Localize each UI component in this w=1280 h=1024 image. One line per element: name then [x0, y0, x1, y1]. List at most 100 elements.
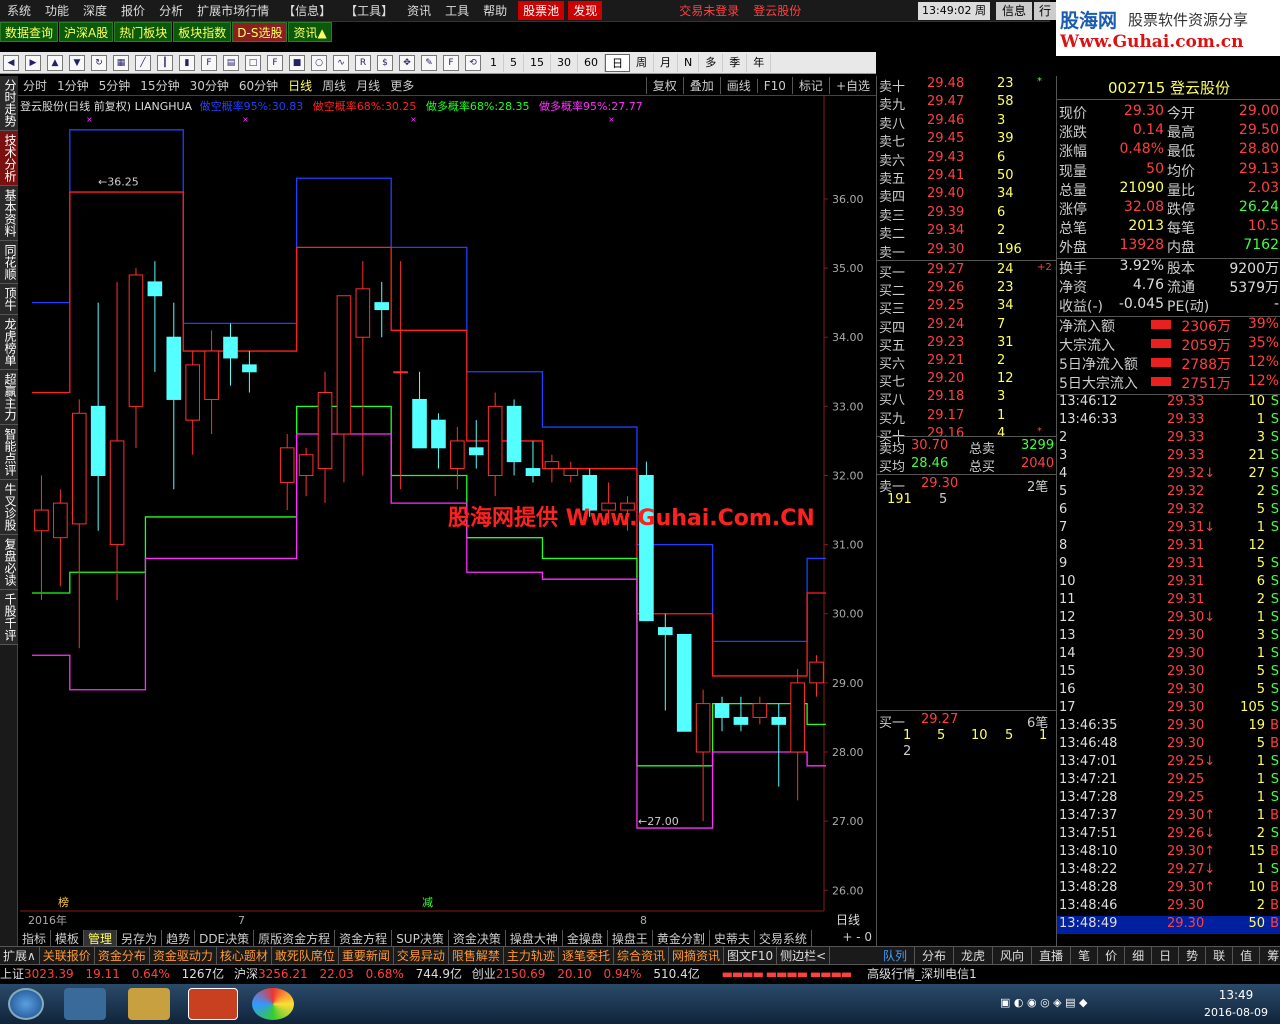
tick-row[interactable]: 11 29.31 2 S: [1057, 592, 1280, 610]
link-item[interactable]: 图文F10: [724, 947, 778, 964]
right-tab[interactable]: 分布: [915, 947, 955, 964]
period-1min[interactable]: 1分钟: [52, 77, 94, 94]
tick-row[interactable]: 13:48:22 29.27↓ 1 S: [1057, 862, 1280, 880]
tick-row[interactable]: 13:47:37 29.30↑ 1 B: [1057, 808, 1280, 826]
quick-sector-index[interactable]: 板块指数: [173, 22, 232, 42]
period-daily[interactable]: 日线: [283, 77, 317, 94]
right-tab[interactable]: 日: [1152, 947, 1180, 964]
quick-ds-picker[interactable]: D-S选股: [232, 22, 288, 42]
buy-level-row[interactable]: 买六 29.21 2: [877, 353, 1057, 372]
sell-level-row[interactable]: 卖五 29.41 50: [877, 168, 1057, 187]
nav-basic-info[interactable]: 基本资料: [0, 186, 18, 241]
period-more[interactable]: 更多: [385, 77, 419, 94]
tick-row[interactable]: 13:46:35 29.30 19 B: [1057, 718, 1280, 736]
square-icon[interactable]: ■: [289, 54, 305, 71]
menu-item[interactable]: 【信息】: [276, 2, 338, 19]
candle-icon[interactable]: ┃: [157, 54, 173, 71]
link-item[interactable]: 逐笔委托: [559, 947, 614, 964]
link-item[interactable]: 交易异动: [394, 947, 449, 964]
sell-level-row[interactable]: 卖四 29.40 34: [877, 186, 1057, 205]
fz-icon[interactable]: F: [267, 54, 283, 71]
sell-level-row[interactable]: 卖六 29.43 6: [877, 150, 1057, 169]
nav-technical[interactable]: 技术分析: [0, 131, 18, 186]
right-tab[interactable]: 直播: [1032, 947, 1072, 964]
down-arrow-icon[interactable]: ▼: [69, 54, 85, 71]
period-30min[interactable]: 30分钟: [185, 77, 234, 94]
table-icon[interactable]: ▤: [223, 54, 239, 71]
link-item[interactable]: 限售解禁: [449, 947, 504, 964]
overlay-button[interactable]: 叠加: [682, 77, 720, 94]
sell-level-row[interactable]: 卖九 29.47 58: [877, 94, 1057, 113]
buy-level-row[interactable]: 买四 29.24 7: [877, 317, 1057, 336]
menu-item[interactable]: 扩展市场行情: [190, 2, 276, 19]
quick-data-query[interactable]: 数据查询: [0, 22, 59, 42]
menu-item[interactable]: 工具: [438, 2, 476, 19]
tick-row[interactable]: 17 29.30 105 S: [1057, 700, 1280, 718]
nav-diagnose[interactable]: 牛叉诊股: [0, 480, 18, 535]
window-icon[interactable]: □: [245, 54, 261, 71]
period-15min[interactable]: 15分钟: [135, 77, 184, 94]
right-tab[interactable]: 笔: [1071, 947, 1099, 964]
right-tab[interactable]: 龙虎: [954, 947, 994, 964]
tick-row[interactable]: 9 29.31 5 S: [1057, 556, 1280, 574]
tick-row[interactable]: 13:47:28 29.25 1 S: [1057, 790, 1280, 808]
quick-a-shares[interactable]: 沪深A股: [59, 22, 114, 42]
stock-pool-button[interactable]: 股票池: [518, 1, 565, 20]
link-item[interactable]: 资金驱动力: [150, 947, 217, 964]
period-60min[interactable]: 60分钟: [234, 77, 283, 94]
tick-row[interactable]: 8 29.31 12: [1057, 538, 1280, 556]
tick-row[interactable]: 13:46:48 29.30 5 B: [1057, 736, 1280, 754]
right-tab[interactable]: 筹: [1260, 947, 1280, 964]
dollar-icon[interactable]: $: [377, 54, 393, 71]
refresh-icon[interactable]: ↻: [91, 54, 107, 71]
indicator-tab[interactable]: 黄金分割: [653, 930, 710, 946]
tick-row[interactable]: 10 29.31 6 S: [1057, 574, 1280, 592]
tick-row[interactable]: 3 29.33 21 S: [1057, 448, 1280, 466]
up-arrow-icon[interactable]: ▲: [47, 54, 63, 71]
indicator-tab[interactable]: 金操盘: [563, 930, 608, 946]
period-weekly[interactable]: 周线: [317, 77, 351, 94]
indicator-tab[interactable]: 操盘王: [608, 930, 653, 946]
mark-button[interactable]: 标记: [791, 77, 829, 94]
buy-level-row[interactable]: 买五 29.23 31: [877, 335, 1057, 354]
grid-icon[interactable]: ▦: [113, 54, 129, 71]
right-tab[interactable]: 风向: [993, 947, 1033, 964]
tick-row[interactable]: 6 29.32 5 S: [1057, 502, 1280, 520]
menu-item[interactable]: 深度: [76, 2, 114, 19]
nav-review[interactable]: 复盘必读: [0, 535, 18, 590]
toolbar-minute-15[interactable]: 15: [524, 53, 551, 72]
period-monthly[interactable]: 月线: [351, 77, 385, 94]
menu-item[interactable]: 【工具】: [338, 2, 400, 19]
toolbar-week[interactable]: 周: [630, 53, 654, 72]
link-item[interactable]: 综合资讯: [614, 947, 669, 964]
forward-arrow-icon[interactable]: ▶: [25, 54, 41, 71]
toolbar-minute-30[interactable]: 30: [551, 53, 578, 72]
sell-level-row[interactable]: 卖八 29.46 3: [877, 113, 1057, 132]
indicator-tab[interactable]: 指标: [18, 930, 52, 946]
tick-row[interactable]: 13:46:33 29.33 1 S: [1057, 412, 1280, 430]
recycle-icon[interactable]: ⟲: [465, 54, 481, 71]
menu-item[interactable]: 系统: [0, 2, 38, 19]
f5-icon[interactable]: F: [443, 54, 459, 71]
quick-hot-sectors[interactable]: 热门板块: [114, 22, 173, 42]
toolbar-multi[interactable]: 多: [699, 53, 724, 72]
tick-row[interactable]: 13:48:46 29.30 2 B: [1057, 898, 1280, 916]
buy-level-row[interactable]: 买九 29.17 1: [877, 408, 1057, 427]
indicator-tab[interactable]: SUP决策: [392, 930, 449, 946]
sell-level-row[interactable]: 卖二 29.34 2: [877, 223, 1057, 242]
pencil-icon[interactable]: ✎: [421, 54, 437, 71]
quote-button[interactable]: 行: [1034, 2, 1056, 20]
buy-level-row[interactable]: 买七 29.20 12: [877, 371, 1057, 390]
toolbar-minute-5[interactable]: 5: [504, 53, 524, 72]
link-item[interactable]: 侧边栏<: [777, 947, 831, 964]
nav-main-force[interactable]: 超赢主力: [0, 370, 18, 425]
indicator-tab[interactable]: 交易系统: [755, 930, 812, 946]
nav-ths[interactable]: 同花顺: [0, 241, 18, 284]
sell-level-row[interactable]: 卖十 29.48 23 *: [877, 76, 1057, 95]
buy-level-row[interactable]: 买一 29.27 24 +2: [877, 262, 1057, 281]
tick-row[interactable]: 7 29.31↓ 1 S: [1057, 520, 1280, 538]
indicator-tab[interactable]: DDE决策: [195, 930, 255, 946]
indicator-tab[interactable]: 管理: [84, 930, 118, 946]
toolbar-year[interactable]: 年: [747, 53, 772, 72]
indicator-tab[interactable]: 资金决策: [449, 930, 506, 946]
